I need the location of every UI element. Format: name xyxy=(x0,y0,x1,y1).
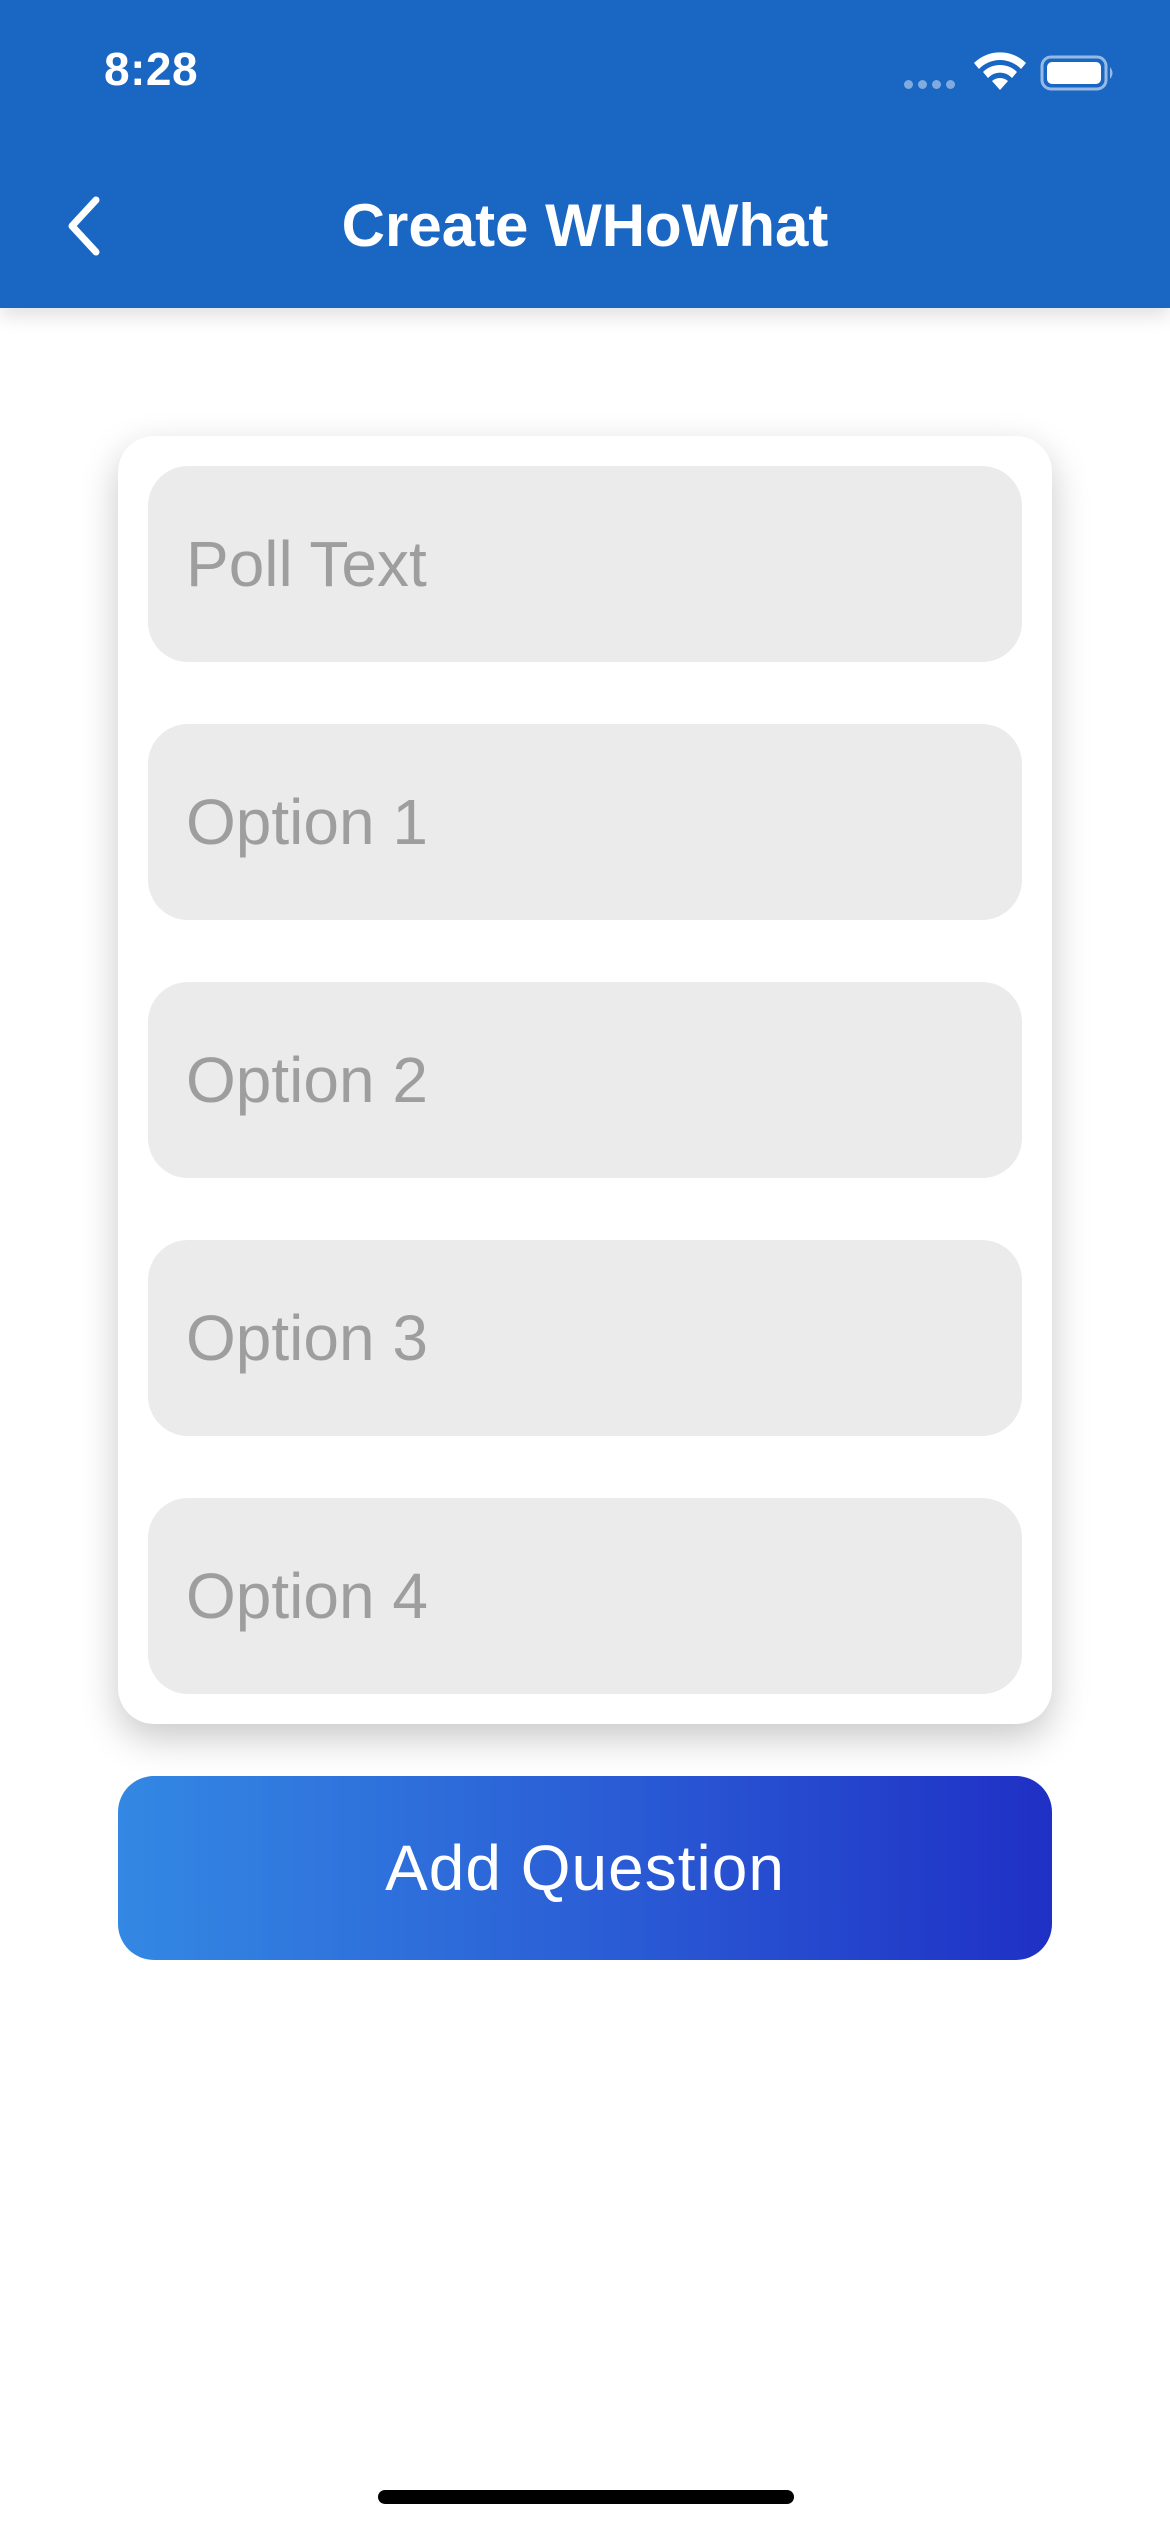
cellular-signal-icon xyxy=(904,80,958,90)
add-question-button[interactable]: Add Question xyxy=(118,1776,1052,1960)
option-1-input[interactable] xyxy=(148,724,1022,920)
poll-form-card xyxy=(118,436,1052,1724)
wifi-icon xyxy=(974,52,1026,90)
option-3-input[interactable] xyxy=(148,1240,1022,1436)
option-2-input[interactable] xyxy=(148,982,1022,1178)
poll-text-input[interactable] xyxy=(148,466,1022,662)
option-4-input[interactable] xyxy=(148,1498,1022,1694)
app-header: 8:28 Create WHoWhat xyxy=(0,0,1170,308)
add-question-label: Add Question xyxy=(385,1832,785,1904)
status-time: 8:28 xyxy=(104,43,199,95)
home-indicator[interactable] xyxy=(378,2490,794,2504)
page-title: Create WHoWhat xyxy=(341,192,829,259)
battery-icon xyxy=(1040,55,1113,91)
